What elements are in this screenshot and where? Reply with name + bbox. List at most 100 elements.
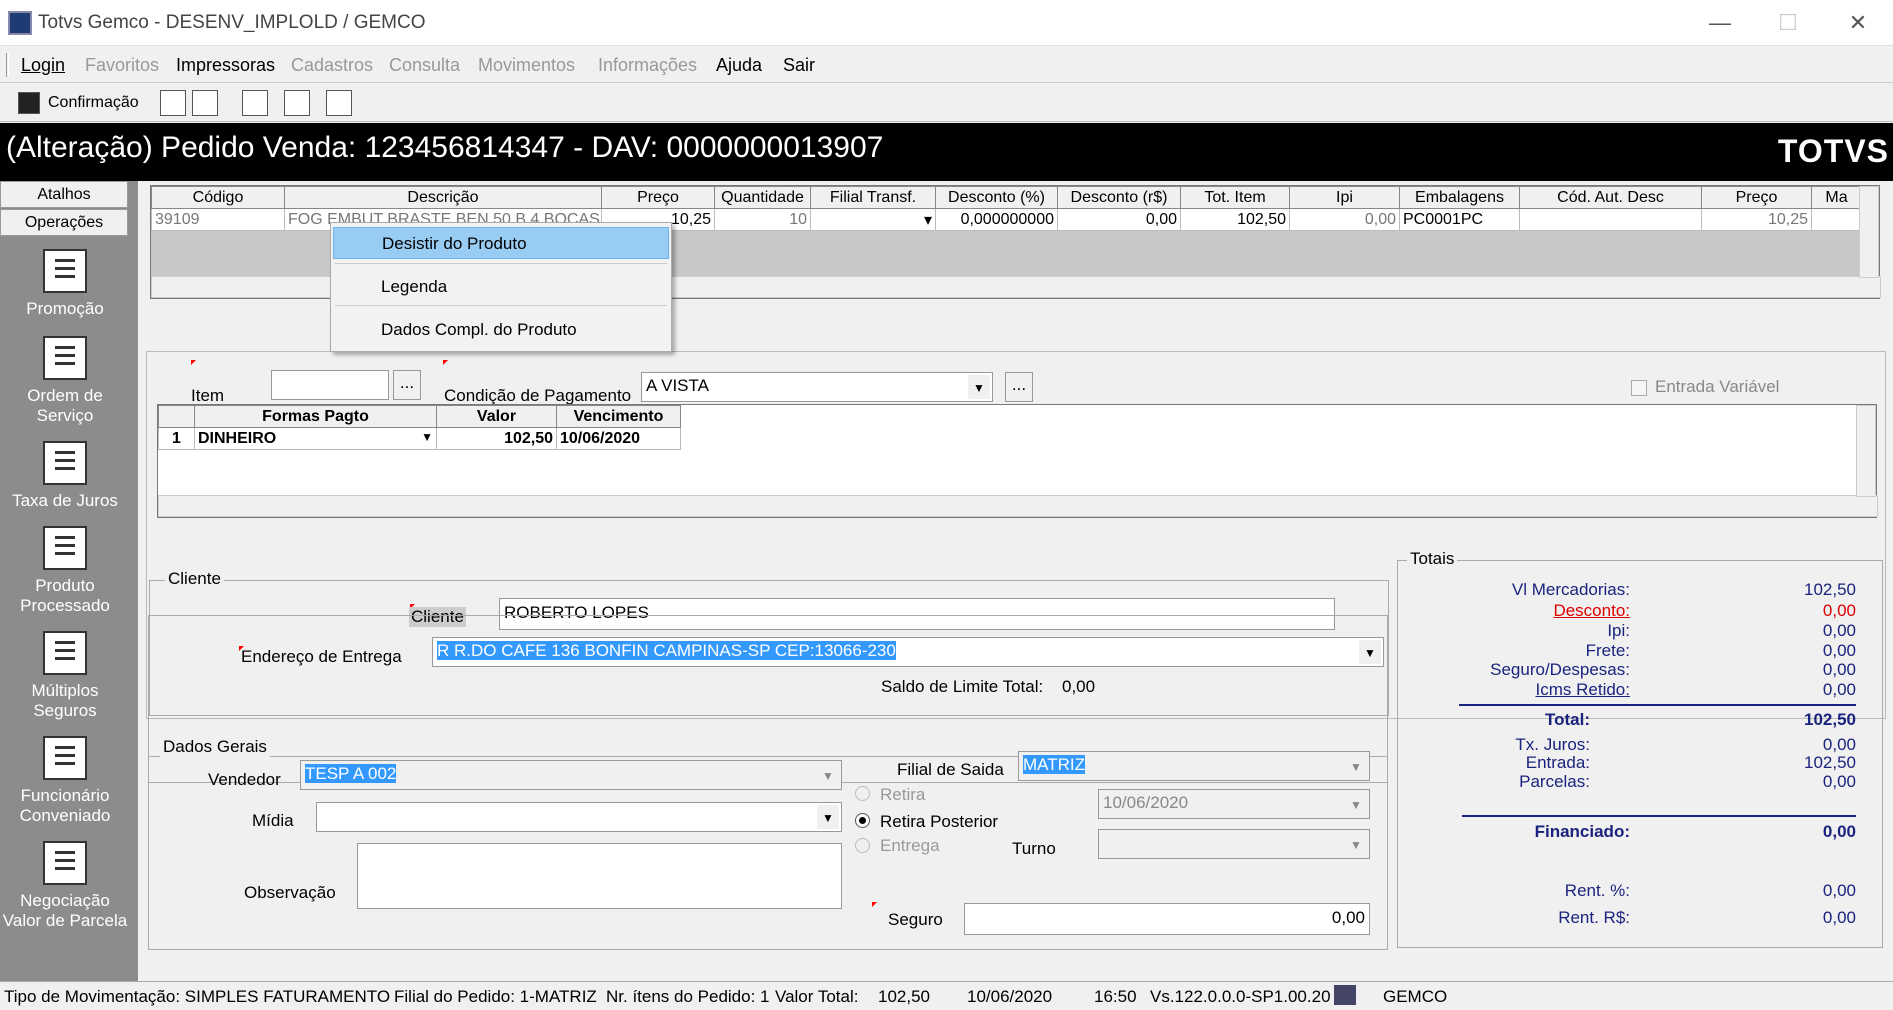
ipi-value: 0,00 [1822,621,1856,640]
seguro-despesas-label: Seguro/Despesas: [1490,660,1630,679]
sidebar-item-negociacao[interactable]: Negociação Valor de Parcela [0,841,130,931]
desconto-link[interactable]: Desconto: [1553,601,1630,621]
sidebar-item-ordem-servico[interactable]: Ordem de Serviço [0,336,130,426]
chevron-down-icon: ▼ [1345,832,1367,856]
desconto-value: 0,00 [1822,601,1856,620]
col-codigo[interactable]: Código [151,186,285,209]
data-select[interactable]: 10/06/2020 ▼ [1098,789,1370,819]
menu-item-legenda[interactable]: Legenda [333,271,669,303]
col-formas-pagto[interactable]: Formas Pagto [194,405,437,428]
minimize-button[interactable]: — [1700,8,1740,38]
observacao-textarea[interactable] [357,843,842,909]
turno-select[interactable]: ▼ [1098,829,1370,859]
col-ma[interactable]: Ma [1811,186,1862,209]
col-desc-pct[interactable]: Desconto (%) [935,186,1058,209]
col-preco[interactable]: Preço [601,186,715,209]
menu-movimentos[interactable]: Movimentos [478,55,575,76]
sidebar-item-promocao[interactable]: Promoção [0,249,130,319]
chevron-down-icon: ▼ [817,805,839,829]
cell-codigo[interactable]: 39109 [151,208,285,231]
sidebar-item-multiplos-seguros[interactable]: Múltiplos Seguros [0,631,130,721]
menu-cadastros[interactable]: Cadastros [291,55,373,76]
vertical-scrollbar[interactable] [1859,186,1879,278]
retira-posterior-label: Retira Posterior [880,812,999,831]
chevron-down-icon: ▼ [1345,754,1367,778]
menu-bar: Login Favoritos Impressoras Cadastros Co… [0,47,1893,83]
cell-quantidade[interactable]: 10 [714,208,811,231]
cell-tot-item[interactable]: 102,50 [1180,208,1290,231]
col-quantidade[interactable]: Quantidade [714,186,811,209]
cell-embalagem[interactable]: PC0001PC [1399,208,1520,231]
menu-favoritos[interactable]: Favoritos [85,55,159,76]
cell-valor[interactable]: 102,50 [436,427,557,450]
entrega-radio[interactable] [855,838,870,853]
menu-ajuda[interactable]: Ajuda [716,55,762,76]
cell-forma[interactable]: DINHEIRO ▼ [194,427,437,450]
item-lookup-button[interactable]: ... [393,370,421,400]
col-embalagens[interactable]: Embalagens [1399,186,1520,209]
col-cod-aut[interactable]: Cód. Aut. Desc [1519,186,1702,209]
sidebar-item-produto-processado[interactable]: Produto Processado [0,526,130,616]
col-vencimento[interactable]: Vencimento [556,405,681,428]
menu-informacoes[interactable]: Informações [598,55,697,76]
horizontal-scrollbar[interactable] [158,495,1878,517]
rent-rs-label: Rent. R$: [1558,908,1630,927]
close-button[interactable]: ✕ [1838,8,1878,38]
col-valor[interactable]: Valor [436,405,557,428]
menu-impressoras[interactable]: Impressoras [176,55,275,76]
status-filial: Filial do Pedido: 1-MATRIZ [394,987,597,1006]
confirmacao-button[interactable]: Confirmação [48,94,139,112]
cell-filial-dropdown[interactable]: ▾ [810,208,936,231]
table-row[interactable]: 1 DINHEIRO ▼ 102,50 10/06/2020 [158,427,681,450]
status-tipo: Tipo de Movimentação: SIMPLES FATURAMENT… [4,987,391,1006]
tab-operacoes[interactable]: Operações [0,209,128,236]
cell-desc-pct[interactable]: 0,000000000 [935,208,1058,231]
chevron-down-icon[interactable]: ▼ [421,430,433,444]
item-input[interactable] [271,370,389,400]
retira-posterior-radio[interactable] [855,813,870,828]
menu-item-desistir[interactable]: Desistir do Produto [333,227,669,259]
status-valor: 102,50 [878,987,930,1006]
icms-retido-link[interactable]: Icms Retido: [1536,680,1630,700]
col-ipi[interactable]: Ipi [1289,186,1400,209]
seguro-input[interactable]: 0,00 [964,903,1370,935]
calendar-icon[interactable] [242,90,268,116]
search-icon[interactable] [192,90,218,116]
cell-preco2[interactable]: 10,25 [1701,208,1812,231]
cell-cod-aut[interactable] [1519,208,1702,231]
menu-login[interactable]: Login [21,55,65,76]
retira-radio[interactable] [855,786,870,801]
cell-ipi[interactable]: 0,00 [1289,208,1400,231]
sidebar-item-funcionario-conveniado[interactable]: Funcionário Conveniado [0,736,130,826]
sidebar-item-taxa-juros[interactable]: Taxa de Juros [0,441,130,511]
save-icon [18,92,40,114]
print-icon[interactable] [160,90,186,116]
midia-select[interactable]: ▼ [316,802,842,832]
list-icon[interactable] [326,90,352,116]
page-header: (Alteração) Pedido Venda: 123456814347 -… [0,123,1893,181]
cell-desc-rs[interactable]: 0,00 [1057,208,1181,231]
vendedor-select[interactable]: TESP A 002 ▼ [300,760,842,790]
col-preco2[interactable]: Preço [1701,186,1812,209]
payment-grid[interactable]: Formas Pagto Valor Vencimento 1 DINHEIRO… [157,404,1878,518]
maximize-button[interactable]: ☐ [1768,8,1808,38]
condicao-select[interactable]: A VISTA ▼ [641,372,993,402]
entrada-variavel-checkbox[interactable] [1631,380,1647,396]
tab-atalhos[interactable]: Atalhos [0,181,128,208]
vertical-scrollbar[interactable] [1856,405,1876,497]
menu-consulta[interactable]: Consulta [389,55,460,76]
tx-juros-value: 0,00 [1822,735,1856,754]
card-icon[interactable] [284,90,310,116]
col-tot-item[interactable]: Tot. Item [1180,186,1290,209]
status-valor-label: Valor Total: [775,987,859,1006]
col-descricao[interactable]: Descrição [284,186,602,209]
col-filial[interactable]: Filial Transf. [810,186,936,209]
menu-sair[interactable]: Sair [783,55,815,76]
cell-vencimento[interactable]: 10/06/2020 [556,427,681,450]
condicao-lookup-button[interactable]: ... [1005,372,1033,402]
col-desc-rs[interactable]: Desconto (r$) [1057,186,1181,209]
status-hora: 16:50 [1094,987,1137,1006]
menu-item-dados-compl[interactable]: Dados Compl. do Produto [333,314,669,346]
document-pen-icon [43,841,87,885]
filial-saida-select[interactable]: MATRIZ ▼ [1018,751,1370,781]
